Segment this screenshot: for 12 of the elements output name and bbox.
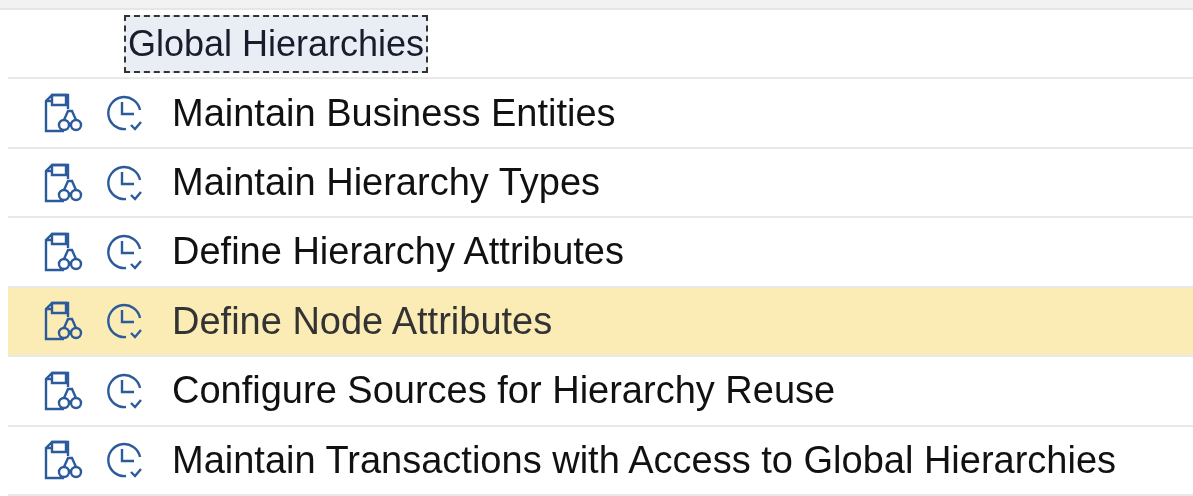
row-label: Maintain Transactions with Access to Global Hierarchies [172,438,1117,482]
menu-row[interactable]: Configure Sources for Hierarchy Reuse [8,357,1193,427]
menu-row[interactable]: Maintain Hierarchy Types [8,148,1193,219]
row-label: Configure Sources for Hierarchy Reuse [172,369,836,413]
section-title[interactable]: Global Hierarchies [124,14,429,73]
menu-row[interactable]: Maintain Transactions with Access to Global Hierarchies [8,426,1193,496]
row-label: Define Node Attributes [172,299,553,343]
menu-row[interactable]: Maintain Business Entities [8,79,1193,149]
row-label: Maintain Hierarchy Types [172,161,601,205]
menu-row[interactable]: Define Node Attributes [8,287,1193,358]
row-label: Maintain Business Entities [172,91,616,135]
row-label: Define Hierarchy Attributes [172,230,624,274]
